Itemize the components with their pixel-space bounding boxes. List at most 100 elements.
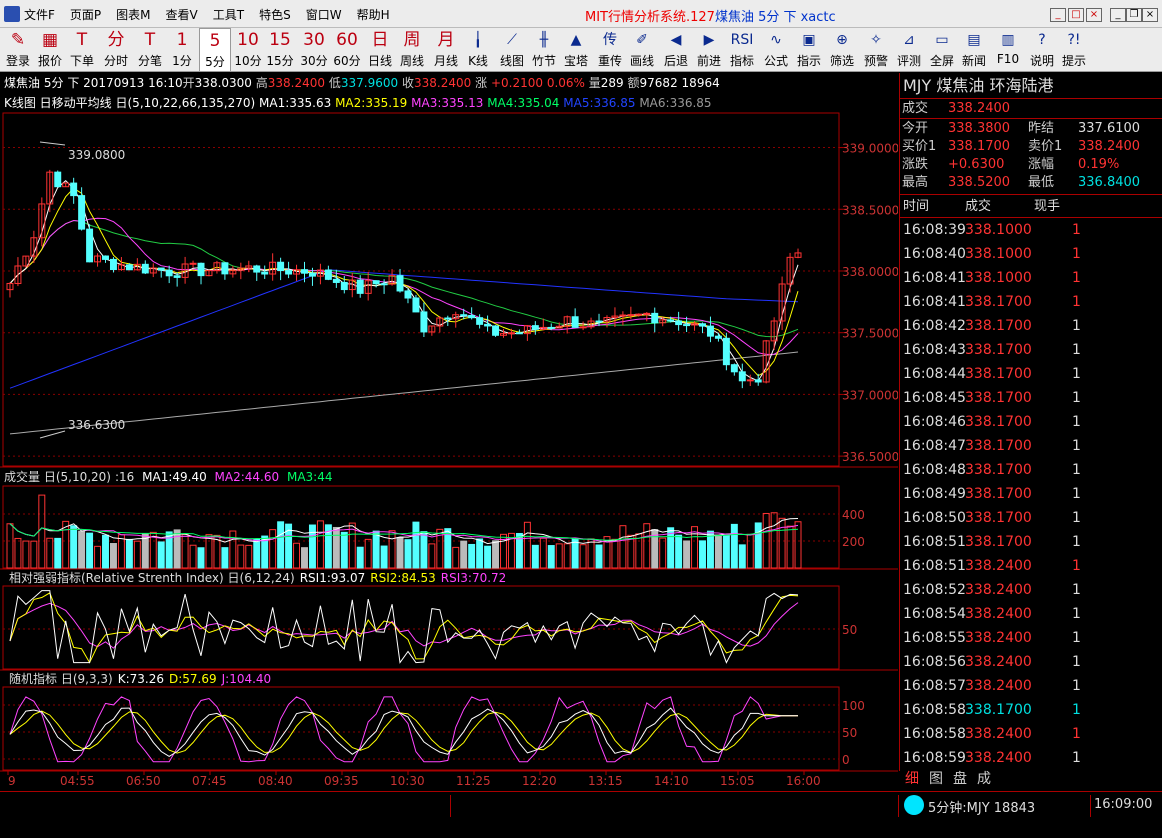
toolbar-button-14[interactable]: ╽ K线 bbox=[462, 28, 494, 72]
mdi-restore-icon[interactable]: ❐ bbox=[1126, 8, 1142, 22]
tick-row: 16:08:56 338.2400 1 bbox=[900, 650, 1162, 674]
toolbar-icon: ▤ bbox=[967, 32, 981, 48]
toolbar-button-8[interactable]: 15 15分 bbox=[264, 28, 296, 72]
tick-cell: 338.1000 bbox=[965, 222, 1032, 238]
toolbar-button-23[interactable]: ∿ 公式 bbox=[760, 28, 792, 72]
quote-cell: 今开 bbox=[902, 121, 929, 136]
tick-cell: 338.1000 bbox=[965, 246, 1032, 262]
volume-bar bbox=[659, 537, 667, 569]
candle-body bbox=[102, 255, 109, 260]
toolbar-button-15[interactable]: ⟋ 线图 bbox=[496, 28, 528, 72]
ma2-line bbox=[9, 187, 799, 377]
toolbar-button-26[interactable]: ✧ 预警 bbox=[860, 28, 892, 72]
toolbar-button-1[interactable]: ▦ 报价 bbox=[34, 28, 66, 72]
toolbar-icon: 60 bbox=[336, 30, 358, 50]
toolbar-button-32[interactable]: ?! 提示 bbox=[1058, 28, 1090, 72]
quote-cell: 昨结 bbox=[1028, 121, 1055, 136]
toolbar-button-3[interactable]: 分分时 bbox=[100, 28, 132, 72]
toolbar-button-0[interactable]: ✎ 登录 bbox=[2, 28, 34, 72]
toolbar-button-11[interactable]: 日日线 bbox=[364, 28, 396, 72]
volume-chart[interactable]: 成交量 日(5,10,20):16 MA1:49.40 MA2:44.60 MA… bbox=[0, 466, 898, 569]
x-tick-label: 13:15 bbox=[588, 774, 623, 788]
menu-item[interactable]: 查看V bbox=[166, 6, 198, 23]
quote-row: 涨跌 +0.6300 涨幅 0.19% bbox=[900, 156, 1162, 174]
candle bbox=[173, 272, 181, 287]
toolbar-button-30[interactable]: ▥ F10 bbox=[992, 28, 1024, 72]
volume-bar bbox=[746, 533, 754, 569]
toolbar-button-7[interactable]: 10 10分 bbox=[232, 28, 264, 72]
tick-list[interactable]: 时间 成交 现手 16:08:39 338.1000 1 16:08:40 338.1000 1… bbox=[900, 194, 1162, 770]
mdi-close-icon[interactable]: × bbox=[1142, 8, 1158, 22]
tick-row: 16:08:41 338.1000 1 bbox=[900, 266, 1162, 290]
chart-area[interactable]: 339.0000 338.5000 338.0000 337.5000 337.0000… bbox=[0, 93, 898, 793]
toolbar-button-24[interactable]: ▣ 指示 bbox=[793, 28, 825, 72]
toolbar-button-17[interactable]: ▲ 宝塔 bbox=[560, 28, 592, 72]
mdi-minimize-icon[interactable]: _ bbox=[1110, 8, 1126, 22]
tick-cell: 338.2400 bbox=[965, 750, 1032, 766]
status-bar: 5分钟:MJY 18843 16:09:00 bbox=[0, 791, 1162, 838]
volume-bar bbox=[340, 531, 348, 569]
minimize-icon[interactable]: _ bbox=[1050, 8, 1066, 22]
ma1-line bbox=[9, 180, 799, 382]
menu-item[interactable]: 页面P bbox=[70, 6, 101, 23]
tick-cell: 338.1700 bbox=[965, 510, 1032, 526]
close-icon[interactable]: × bbox=[1086, 8, 1102, 22]
y-tick-label: 337.0000 bbox=[842, 388, 898, 402]
toolbar-button-13[interactable]: 月月线 bbox=[430, 28, 462, 72]
toolbar-button-31[interactable]: ? 说明 bbox=[1026, 28, 1058, 72]
toolbar-button-12[interactable]: 周周线 bbox=[396, 28, 428, 72]
toolbar-button-9[interactable]: 30 30分 bbox=[298, 28, 330, 72]
toolbar-button-16[interactable]: ╫ 竹节 bbox=[528, 28, 560, 72]
y-tick-label: 100 bbox=[842, 699, 865, 713]
toolbar-button-2[interactable]: T 下单 bbox=[66, 28, 98, 72]
status-divider bbox=[898, 795, 899, 817]
toolbar-button-4[interactable]: T 分笔 bbox=[134, 28, 166, 72]
toolbar-button-19[interactable]: ✐ 画线 bbox=[626, 28, 658, 72]
tick-cell: 338.1000 bbox=[965, 270, 1032, 286]
app-icon bbox=[4, 6, 20, 22]
toolbar-label: 宝塔 bbox=[563, 54, 588, 68]
toolbar-button-27[interactable]: ⊿ 评测 bbox=[893, 28, 925, 72]
toolbar-label: 新闻 bbox=[961, 54, 986, 68]
tick-cell: 1 bbox=[1072, 486, 1081, 502]
toolbar-button-6[interactable]: 5 5分 bbox=[199, 28, 231, 72]
candle bbox=[770, 317, 778, 350]
tick-cell: 338.1700 bbox=[965, 366, 1032, 382]
toolbar-button-22[interactable]: RSI 指标 bbox=[726, 28, 758, 72]
volume-bar bbox=[571, 538, 579, 569]
candle-body bbox=[547, 326, 555, 329]
toolbar-label: 线图 bbox=[499, 54, 524, 68]
candle-body bbox=[754, 379, 762, 383]
toolbar-button-29[interactable]: ▤ 新闻 bbox=[958, 28, 990, 72]
toolbar-button-28[interactable]: ▭ 全屏 bbox=[926, 28, 958, 72]
toolbar-button-10[interactable]: 60 60分 bbox=[331, 28, 363, 72]
panel-tab[interactable]: 细 bbox=[905, 771, 919, 787]
menu-item[interactable]: 工具T bbox=[213, 6, 244, 23]
menu-item[interactable]: 窗口W bbox=[306, 6, 342, 23]
candle-body bbox=[173, 275, 181, 278]
toolbar-button-21[interactable]: ▶ 前进 bbox=[693, 28, 725, 72]
toolbar-button-18[interactable]: 传重传 bbox=[594, 28, 626, 72]
panel-tab[interactable]: 图 bbox=[929, 771, 943, 787]
kline-chart[interactable]: 339.0000 338.5000 338.0000 337.5000 337.0000… bbox=[2, 112, 898, 467]
menu-item[interactable]: 图表M bbox=[116, 6, 150, 23]
menu-item[interactable]: 特色S bbox=[259, 6, 291, 23]
volume-bar bbox=[786, 525, 794, 569]
panel-tab[interactable]: 盘 bbox=[953, 771, 967, 787]
toolbar-button-5[interactable]: 1 1分 bbox=[166, 28, 198, 72]
toolbar-icon: ⊿ bbox=[903, 32, 915, 48]
menu-item[interactable]: 帮助H bbox=[357, 6, 390, 23]
tick-cell: 1 bbox=[1072, 318, 1081, 334]
candle bbox=[579, 321, 587, 331]
maximize-icon[interactable]: □ bbox=[1068, 8, 1084, 22]
rsi-chart[interactable]: 相对强弱指标(Relative Strenth Index) 日(6,12,24… bbox=[0, 568, 898, 670]
panel-tab[interactable]: 成 bbox=[977, 771, 991, 787]
menu-item[interactable]: 文件F bbox=[24, 6, 55, 23]
candle bbox=[14, 257, 22, 287]
kdj-chart[interactable]: 随机指标 日(9,3,3) K:73.26 D:57.69 J:104.40 100 50… bbox=[0, 669, 898, 771]
toolbar-button-25[interactable]: ⊕ 筛选 bbox=[826, 28, 858, 72]
volume-bar bbox=[94, 545, 102, 569]
candle-body bbox=[492, 325, 500, 336]
toolbar-button-20[interactable]: ◀ 后退 bbox=[660, 28, 692, 72]
tick-cell: 16:08:50 bbox=[903, 510, 966, 526]
